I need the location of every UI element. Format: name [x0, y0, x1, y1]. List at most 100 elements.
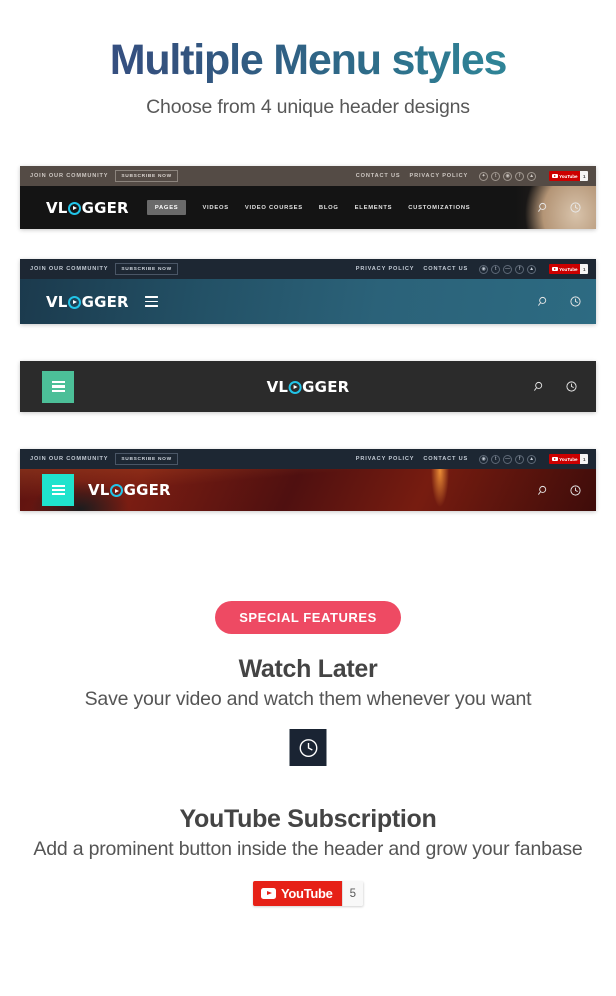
youtube-subscribe-button[interactable]: YouTube 1	[549, 264, 588, 274]
feature-watch-later: Watch Later Save your video and watch th…	[0, 655, 616, 711]
privacy-policy-link[interactable]: PRIVACY POLICY	[356, 266, 415, 272]
dribbble-icon[interactable]: —	[503, 264, 513, 274]
facebook-icon[interactable]: f	[515, 454, 525, 464]
hamburger-menu-button[interactable]	[42, 474, 74, 506]
site-logo[interactable]: VL GGER	[46, 199, 129, 217]
linkedin-icon[interactable]: ▲	[527, 454, 537, 464]
youtube-count: 1	[580, 454, 588, 464]
logo-text-pre: VL	[88, 481, 110, 499]
youtube-play-icon	[551, 173, 558, 179]
twitter-icon[interactable]: ✦	[479, 171, 489, 181]
hero-section: Multiple Menu styles Choose from 4 uniqu…	[0, 0, 616, 119]
search-icon[interactable]	[537, 201, 550, 214]
youtube-subscribe-main: YouTube	[549, 454, 581, 464]
utility-bar-left: JOIN OUR COMMUNITY SUBSCRIBE NOW	[30, 453, 178, 465]
subscribe-now-button[interactable]: SUBSCRIBE NOW	[115, 170, 178, 182]
feature-title: YouTube Subscription	[179, 805, 437, 833]
clock-icon	[299, 738, 317, 757]
watch-later-clock-icon[interactable]	[569, 201, 582, 214]
youtube-count: 1	[580, 171, 588, 181]
youtube-subscribe-button[interactable]: YouTube 1	[549, 171, 588, 181]
linkedin-icon[interactable]: ▲	[527, 264, 537, 274]
logo-play-circle-icon	[110, 484, 124, 497]
hamburger-menu-button[interactable]	[42, 370, 74, 403]
utility-bar-right: PRIVACY POLICY CONTACT US ◉ t — f ▲ YouT…	[356, 264, 588, 274]
hamburger-menu-icon[interactable]	[144, 296, 158, 307]
subscribe-now-button[interactable]: SUBSCRIBE NOW	[115, 453, 178, 465]
feature-description: Save your video and watch them whenever …	[84, 688, 532, 710]
instagram-icon[interactable]: ◉	[479, 264, 489, 274]
tumblr-icon[interactable]: t	[491, 171, 501, 181]
page-subtitle: Choose from 4 unique header designs	[146, 96, 470, 119]
header-style-3-preview[interactable]: VL GGER	[20, 361, 596, 412]
nav-item-customizations[interactable]: CUSTOMIZATIONS	[408, 205, 470, 211]
utility-bar: JOIN OUR COMMUNITY SUBSCRIBE NOW PRIVACY…	[20, 259, 596, 279]
search-icon[interactable]	[537, 484, 550, 497]
logo-text-post: GGER	[81, 292, 129, 311]
tumblr-icon[interactable]: t	[491, 454, 501, 464]
watch-later-clock-icon[interactable]	[565, 380, 578, 393]
landing-page: Multiple Menu styles Choose from 4 uniqu…	[0, 0, 616, 996]
nav-icon-group	[537, 295, 582, 308]
header-style-1-preview[interactable]: JOIN OUR COMMUNITY SUBSCRIBE NOW CONTACT…	[20, 166, 596, 229]
instagram-icon[interactable]: ◉	[503, 171, 513, 181]
nav-icon-group	[537, 484, 582, 497]
main-nav-bar: VL GGER	[20, 469, 596, 511]
watch-later-clock-icon[interactable]	[569, 295, 582, 308]
linkedin-icon[interactable]: ▲	[527, 171, 537, 181]
youtube-label: YouTube	[559, 266, 578, 272]
nav-icon-group	[533, 380, 578, 393]
subscribe-now-button[interactable]: SUBSCRIBE NOW	[115, 263, 178, 275]
youtube-subscribe-button-wrap: YouTube 5	[253, 881, 363, 906]
contact-us-link[interactable]: CONTACT US	[356, 173, 401, 179]
instagram-icon[interactable]: ◉	[479, 454, 489, 464]
dribbble-icon[interactable]: —	[503, 454, 513, 464]
clock-icon-tile	[289, 729, 327, 766]
utility-bar-right: CONTACT US PRIVACY POLICY ✦ t ◉ f ▲ YouT…	[356, 171, 588, 181]
facebook-icon[interactable]: f	[515, 171, 525, 181]
privacy-policy-link[interactable]: PRIVACY POLICY	[410, 173, 469, 179]
page-title: Multiple Menu styles	[0, 37, 616, 83]
site-logo[interactable]: VL GGER	[267, 378, 350, 396]
special-features-badge-wrap: SPECIAL FEATURES	[0, 601, 616, 634]
nav-item-videos[interactable]: VIDEOS	[202, 205, 228, 211]
contact-us-link[interactable]: CONTACT US	[423, 456, 468, 462]
nav-item-elements[interactable]: ELEMENTS	[355, 205, 393, 211]
search-icon[interactable]	[533, 380, 546, 393]
youtube-subscribe-main: YouTube	[549, 264, 581, 274]
nav-item-video-courses[interactable]: VIDEO COURSES	[245, 205, 303, 211]
youtube-subscribe-main: YouTube	[253, 881, 342, 906]
logo-play-circle-icon	[288, 380, 302, 394]
youtube-label: YouTube	[559, 456, 578, 462]
nav-item-blog[interactable]: BLOG	[319, 205, 339, 211]
contact-us-link[interactable]: CONTACT US	[423, 266, 468, 272]
site-logo[interactable]: VL GGER	[88, 481, 171, 499]
main-nav-bar: VL GGER	[20, 361, 596, 412]
logo-text-post: GGER	[302, 377, 350, 396]
search-icon[interactable]	[537, 295, 550, 308]
nav-item-pages[interactable]: PAGES	[146, 200, 187, 215]
privacy-policy-link[interactable]: PRIVACY POLICY	[356, 456, 415, 462]
header-style-2-preview[interactable]: JOIN OUR COMMUNITY SUBSCRIBE NOW PRIVACY…	[20, 259, 596, 324]
social-icons: ◉ t — f ▲	[479, 454, 537, 464]
social-icons: ✦ t ◉ f ▲	[479, 171, 537, 181]
watch-later-clock-icon[interactable]	[569, 484, 582, 497]
utility-bar: JOIN OUR COMMUNITY SUBSCRIBE NOW PRIVACY…	[20, 449, 596, 469]
youtube-label: YouTube	[559, 173, 578, 179]
youtube-subscribe-main: YouTube	[549, 171, 581, 181]
feature-description: Add a prominent button inside the header…	[33, 838, 583, 860]
youtube-count: 1	[580, 264, 588, 274]
youtube-label: YouTube	[281, 886, 333, 901]
nav-icon-group	[537, 201, 582, 214]
feature-title: Watch Later	[238, 655, 378, 683]
join-community-label: JOIN OUR COMMUNITY	[30, 266, 109, 272]
feature-youtube-subscription: YouTube Subscription Add a prominent but…	[0, 805, 616, 861]
logo-text-pre: VL	[266, 377, 289, 396]
header-style-4-preview[interactable]: JOIN OUR COMMUNITY SUBSCRIBE NOW PRIVACY…	[20, 449, 596, 511]
tumblr-icon[interactable]: t	[491, 264, 501, 274]
youtube-subscribe-button[interactable]: YouTube 1	[549, 454, 588, 464]
logo-text-post: GGER	[123, 481, 171, 499]
site-logo[interactable]: VL GGER	[46, 293, 129, 311]
youtube-subscribe-button[interactable]: YouTube 5	[253, 881, 363, 906]
facebook-icon[interactable]: f	[515, 264, 525, 274]
